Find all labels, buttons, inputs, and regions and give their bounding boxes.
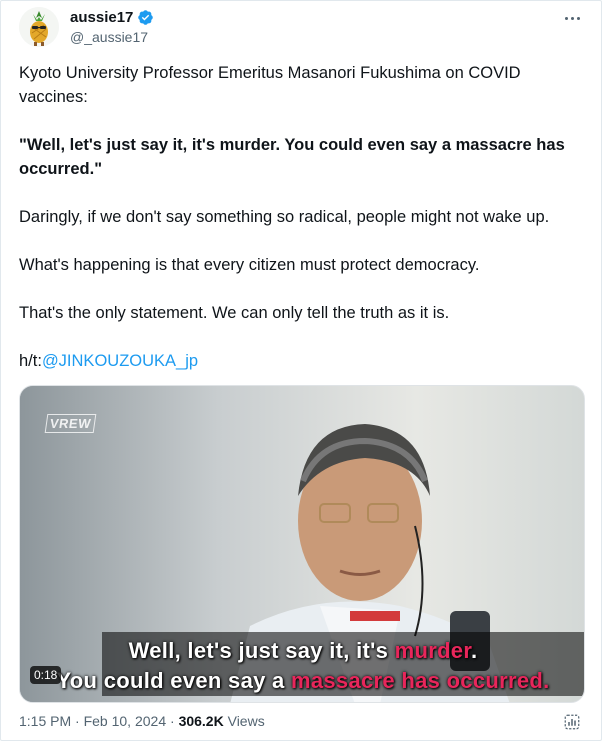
video-player[interactable]: VREW Well, let's just say it, it's murde… [19,385,585,703]
video-watermark: VREW [44,414,97,433]
subtitle-line-1: Well, let's just say it, it's murder. [128,638,478,663]
tweet-hat-tip: h/t:@JINKOUZOUKA_jp [19,349,198,373]
tweet-meta: 1:15 PM · Feb 10, 2024 · 306.2K Views [19,713,265,729]
tweet-line-daringly: Daringly, if we don't say something so r… [19,208,550,226]
subtitle-line-2: You could even say a massacre has occurr… [56,668,550,693]
stats-icon[interactable] [563,713,581,731]
tweet-line-statement: That's the only statement. We can only t… [19,304,450,322]
author-name-row[interactable]: aussie17 [70,9,154,26]
more-icon[interactable] [563,11,581,25]
views-label: Views [223,713,265,729]
author-handle[interactable]: @_aussie17 [70,29,148,45]
views-count: 306.2K [178,713,224,729]
tweet-quote: "Well, let's just say it, it's murder. Y… [19,136,565,178]
verified-badge-icon [138,10,154,25]
avatar[interactable] [19,7,59,47]
hat-tip-mention-link[interactable]: @JINKOUZOUKA_jp [42,352,198,370]
tweet-line-intro: Kyoto University Professor Emeritus Masa… [19,64,521,106]
pineapple-avatar-icon [19,7,59,47]
tweet-time[interactable]: 1:15 PM [19,713,71,729]
tweet-line-democracy: What's happening is that every citizen m… [19,256,480,274]
video-duration-badge: 0:18 [30,666,62,684]
author-name[interactable]: aussie17 [70,9,133,26]
hat-tip-prefix: h/t: [19,352,42,370]
tweet-card: aussie17 @_aussie17 Kyoto University Pro… [0,0,602,741]
tweet-date[interactable]: Feb 10, 2024 [84,713,167,729]
